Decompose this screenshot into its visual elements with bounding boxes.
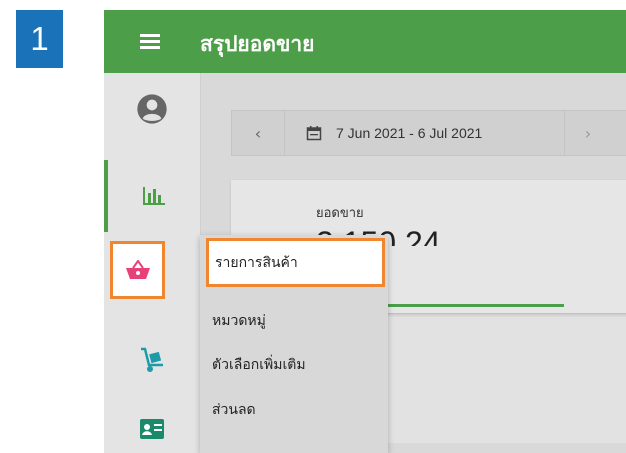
sidebar-item-contacts[interactable] [104, 393, 200, 453]
hand-truck-icon [141, 347, 163, 372]
id-card-icon [140, 419, 164, 439]
date-range-text: 7 Jun 2021 - 6 Jul 2021 [336, 125, 483, 141]
sidebar-item-account[interactable] [104, 73, 200, 145]
step-badge: 1 [16, 10, 63, 68]
bar-chart-icon [143, 187, 165, 205]
menu-item-discounts[interactable]: ส่วนลด [200, 390, 388, 430]
menu-item-product-list[interactable]: รายการสินค้า [206, 238, 385, 287]
next-period-button[interactable]: › [564, 111, 611, 155]
top-bar: สรุปยอดขาย [104, 10, 626, 73]
sidebar-item-reports[interactable] [104, 160, 200, 232]
sidebar-item-products[interactable] [110, 241, 165, 299]
menu-item-options[interactable]: ตัวเลือกเพิ่มเติม [200, 345, 388, 385]
app-window: สรุปยอดขาย ‹ 7 Jun 2021 - 6 Jul 2021 › ย… [104, 10, 626, 453]
previous-period-button[interactable]: ‹ [232, 111, 285, 155]
date-range-picker: ‹ 7 Jun 2021 - 6 Jul 2021 › [231, 110, 626, 156]
page-title: สรุปยอดขาย [200, 32, 315, 56]
sales-label: ยอดขาย [316, 206, 364, 221]
menu-item-categories[interactable]: หมวดหมู่ [200, 301, 388, 341]
hamburger-menu-icon[interactable] [140, 34, 160, 50]
products-submenu: รายการสินค้า หมวดหมู่ ตัวเลือกเพิ่มเติม … [200, 235, 388, 453]
calendar-icon [306, 126, 322, 141]
date-range-button[interactable]: 7 Jun 2021 - 6 Jul 2021 [284, 111, 562, 155]
sidebar-item-inventory[interactable] [104, 324, 200, 396]
account-circle-icon [137, 94, 167, 124]
shopping-basket-icon [125, 260, 150, 279]
